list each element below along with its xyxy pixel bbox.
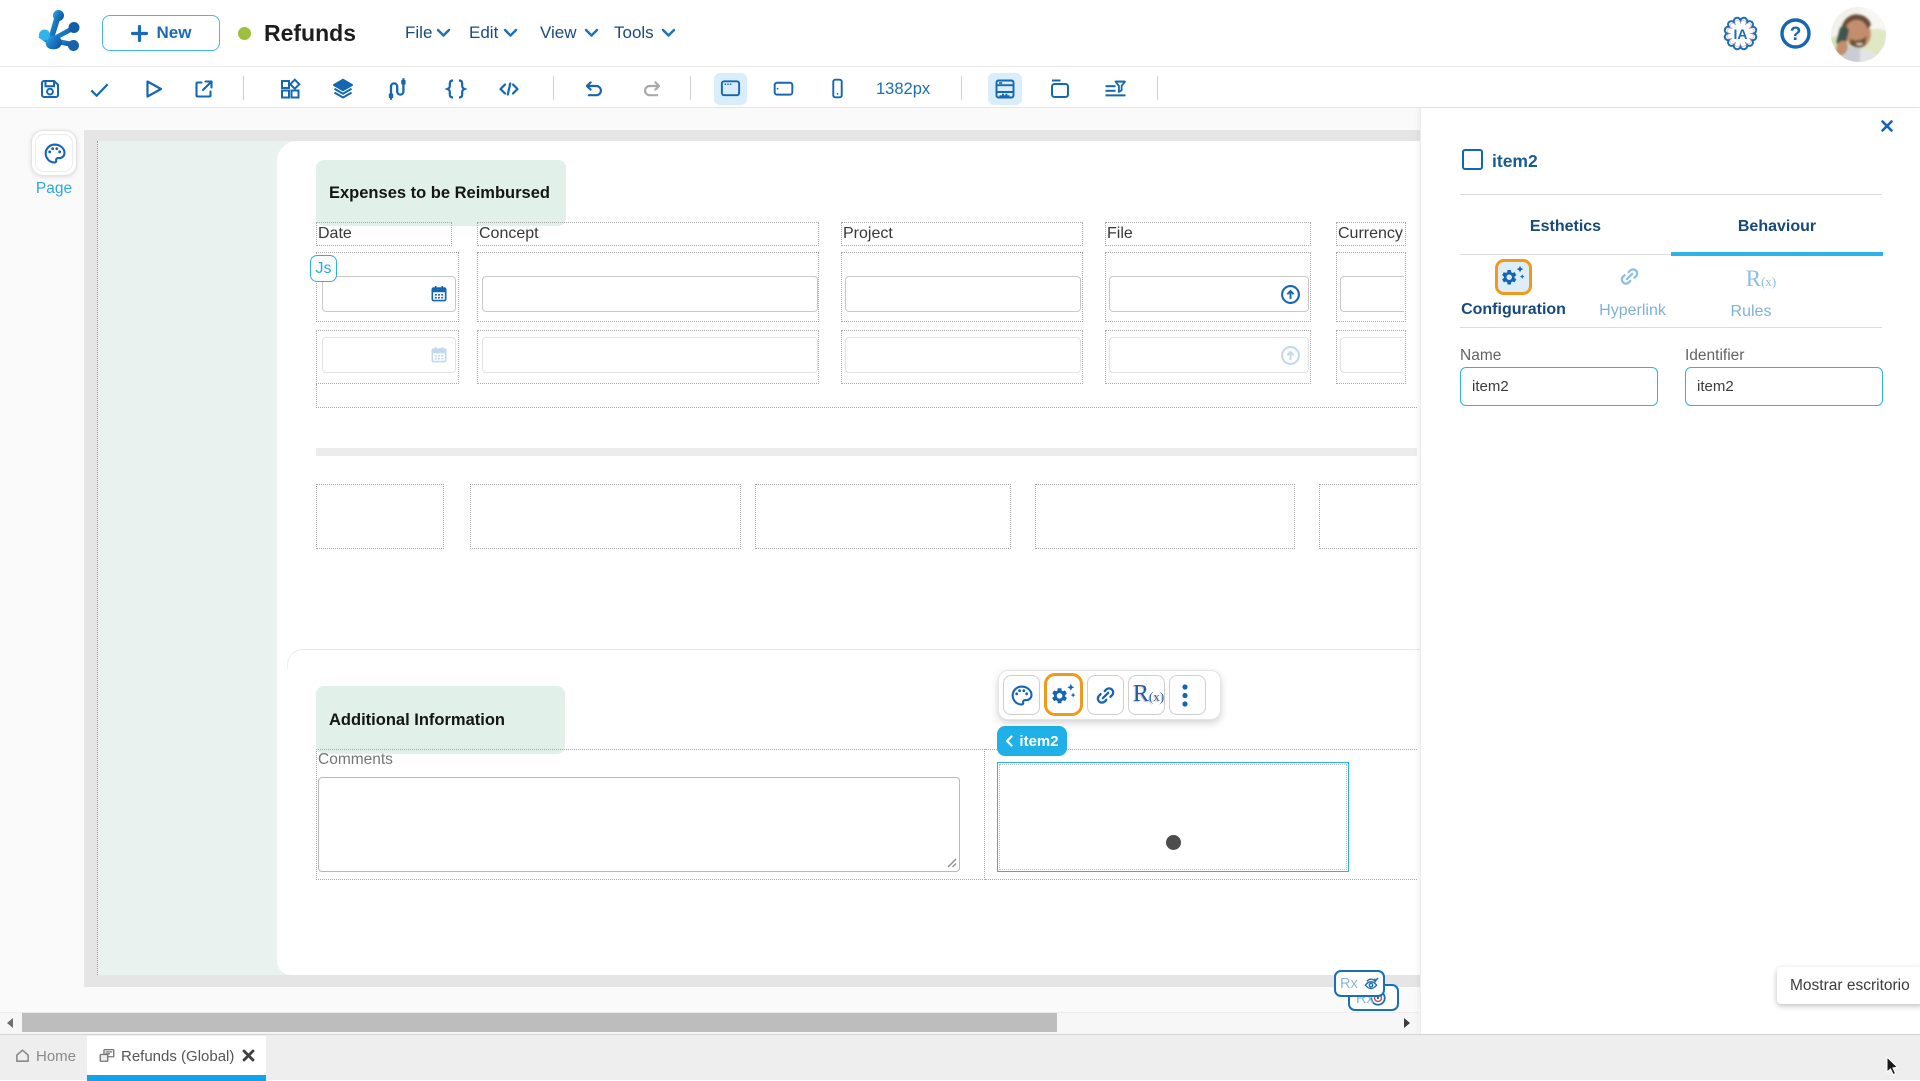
- svg-text:IA: IA: [1734, 26, 1748, 42]
- svg-text:?: ?: [1790, 24, 1802, 45]
